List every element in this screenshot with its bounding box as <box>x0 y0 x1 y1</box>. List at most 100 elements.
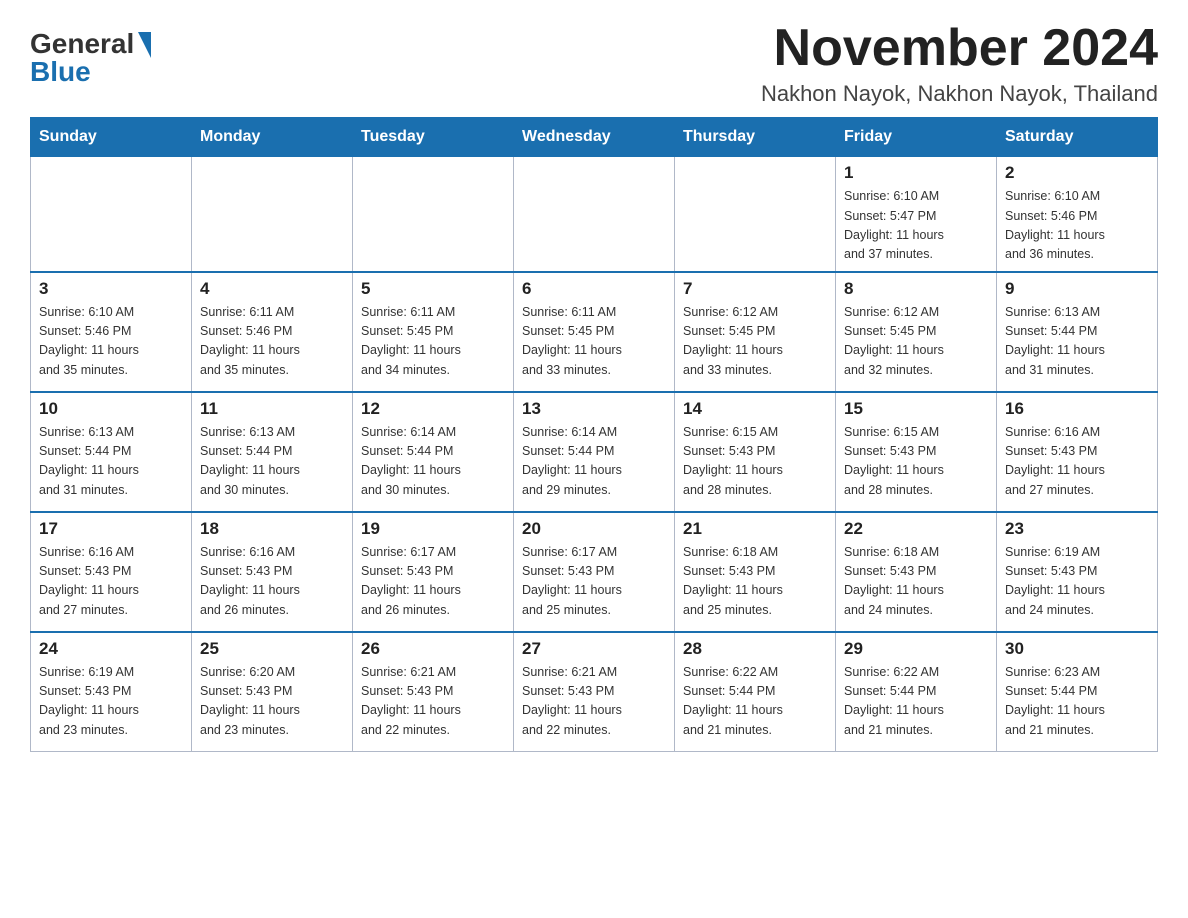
calendar-cell: 30 Sunrise: 6:23 AMSunset: 5:44 PMDayligh… <box>997 632 1158 752</box>
day-number: 14 <box>683 399 827 419</box>
day-number: 26 <box>361 639 505 659</box>
day-info: Sunrise: 6:11 AMSunset: 5:45 PMDaylight:… <box>522 305 622 377</box>
day-info: Sunrise: 6:15 AMSunset: 5:43 PMDaylight:… <box>683 425 783 497</box>
day-info: Sunrise: 6:18 AMSunset: 5:43 PMDaylight:… <box>844 545 944 617</box>
day-number: 19 <box>361 519 505 539</box>
calendar-cell: 16 Sunrise: 6:16 AMSunset: 5:43 PMDayligh… <box>997 392 1158 512</box>
calendar-cell: 2 Sunrise: 6:10 AMSunset: 5:46 PMDaylight… <box>997 157 1158 272</box>
calendar-cell: 7 Sunrise: 6:12 AMSunset: 5:45 PMDaylight… <box>675 272 836 392</box>
header-sunday: Sunday <box>31 118 192 157</box>
calendar-cell: 19 Sunrise: 6:17 AMSunset: 5:43 PMDayligh… <box>353 512 514 632</box>
calendar-cell: 1 Sunrise: 6:10 AMSunset: 5:47 PMDaylight… <box>836 157 997 272</box>
day-info: Sunrise: 6:17 AMSunset: 5:43 PMDaylight:… <box>361 545 461 617</box>
logo: General Blue <box>30 30 151 86</box>
day-number: 27 <box>522 639 666 659</box>
calendar-header-row: SundayMondayTuesdayWednesdayThursdayFrid… <box>31 118 1158 157</box>
calendar-cell: 22 Sunrise: 6:18 AMSunset: 5:43 PMDayligh… <box>836 512 997 632</box>
day-number: 15 <box>844 399 988 419</box>
calendar-cell: 8Sunrise: 6:12 AMSunset: 5:45 PMDaylight… <box>836 272 997 392</box>
calendar-week-row: 17 Sunrise: 6:16 AMSunset: 5:43 PMDayligh… <box>31 512 1158 632</box>
calendar-cell: 26 Sunrise: 6:21 AMSunset: 5:43 PMDayligh… <box>353 632 514 752</box>
day-number: 5 <box>361 279 505 299</box>
day-number: 7 <box>683 279 827 299</box>
calendar-cell: 25Sunrise: 6:20 AMSunset: 5:43 PMDayligh… <box>192 632 353 752</box>
day-number: 4 <box>200 279 344 299</box>
day-info: Sunrise: 6:13 AMSunset: 5:44 PMDaylight:… <box>200 425 300 497</box>
day-number: 6 <box>522 279 666 299</box>
day-info: Sunrise: 6:16 AMSunset: 5:43 PMDaylight:… <box>1005 425 1105 497</box>
calendar-cell: 13Sunrise: 6:14 AMSunset: 5:44 PMDayligh… <box>514 392 675 512</box>
day-number: 10 <box>39 399 183 419</box>
day-number: 20 <box>522 519 666 539</box>
day-number: 17 <box>39 519 183 539</box>
day-info: Sunrise: 6:13 AMSunset: 5:44 PMDaylight:… <box>39 425 139 497</box>
calendar-cell: 15Sunrise: 6:15 AMSunset: 5:43 PMDayligh… <box>836 392 997 512</box>
day-info: Sunrise: 6:22 AMSunset: 5:44 PMDaylight:… <box>683 665 783 737</box>
day-info: Sunrise: 6:10 AMSunset: 5:47 PMDaylight:… <box>844 189 944 261</box>
day-number: 12 <box>361 399 505 419</box>
day-info: Sunrise: 6:21 AMSunset: 5:43 PMDaylight:… <box>522 665 622 737</box>
day-number: 2 <box>1005 163 1149 183</box>
calendar-cell <box>514 157 675 272</box>
location-title: Nakhon Nayok, Nakhon Nayok, Thailand <box>761 81 1158 107</box>
header-wednesday: Wednesday <box>514 118 675 157</box>
calendar-cell <box>675 157 836 272</box>
calendar-cell: 11 Sunrise: 6:13 AMSunset: 5:44 PMDayligh… <box>192 392 353 512</box>
calendar-cell: 4 Sunrise: 6:11 AMSunset: 5:46 PMDaylight… <box>192 272 353 392</box>
day-info: Sunrise: 6:11 AMSunset: 5:46 PMDaylight:… <box>200 305 300 377</box>
day-number: 9 <box>1005 279 1149 299</box>
day-info: Sunrise: 6:19 AMSunset: 5:43 PMDaylight:… <box>39 665 139 737</box>
calendar-cell: 29 Sunrise: 6:22 AMSunset: 5:44 PMDayligh… <box>836 632 997 752</box>
calendar-cell: 17 Sunrise: 6:16 AMSunset: 5:43 PMDayligh… <box>31 512 192 632</box>
day-number: 1 <box>844 163 988 183</box>
logo-triangle-icon <box>138 32 151 58</box>
calendar-cell: 5 Sunrise: 6:11 AMSunset: 5:45 PMDaylight… <box>353 272 514 392</box>
calendar-cell: 20 Sunrise: 6:17 AMSunset: 5:43 PMDayligh… <box>514 512 675 632</box>
day-number: 21 <box>683 519 827 539</box>
day-info: Sunrise: 6:11 AMSunset: 5:45 PMDaylight:… <box>361 305 461 377</box>
calendar-cell: 18 Sunrise: 6:16 AMSunset: 5:43 PMDayligh… <box>192 512 353 632</box>
day-info: Sunrise: 6:16 AMSunset: 5:43 PMDaylight:… <box>39 545 139 617</box>
day-info: Sunrise: 6:18 AMSunset: 5:43 PMDaylight:… <box>683 545 783 617</box>
day-number: 16 <box>1005 399 1149 419</box>
day-number: 3 <box>39 279 183 299</box>
day-number: 30 <box>1005 639 1149 659</box>
day-info: Sunrise: 6:10 AMSunset: 5:46 PMDaylight:… <box>1005 189 1105 261</box>
header-monday: Monday <box>192 118 353 157</box>
day-info: Sunrise: 6:16 AMSunset: 5:43 PMDaylight:… <box>200 545 300 617</box>
calendar-cell: 12 Sunrise: 6:14 AMSunset: 5:44 PMDayligh… <box>353 392 514 512</box>
day-info: Sunrise: 6:20 AMSunset: 5:43 PMDaylight:… <box>200 665 300 737</box>
day-number: 8 <box>844 279 988 299</box>
day-number: 18 <box>200 519 344 539</box>
calendar-cell <box>31 157 192 272</box>
day-info: Sunrise: 6:22 AMSunset: 5:44 PMDaylight:… <box>844 665 944 737</box>
calendar-week-row: 10 Sunrise: 6:13 AMSunset: 5:44 PMDayligh… <box>31 392 1158 512</box>
calendar-cell: 27 Sunrise: 6:21 AMSunset: 5:43 PMDayligh… <box>514 632 675 752</box>
day-number: 28 <box>683 639 827 659</box>
page-header: General Blue November 2024 Nakhon Nayok,… <box>30 20 1158 107</box>
day-number: 11 <box>200 399 344 419</box>
calendar-week-row: 24Sunrise: 6:19 AMSunset: 5:43 PMDayligh… <box>31 632 1158 752</box>
day-info: Sunrise: 6:21 AMSunset: 5:43 PMDaylight:… <box>361 665 461 737</box>
day-info: Sunrise: 6:14 AMSunset: 5:44 PMDaylight:… <box>522 425 622 497</box>
day-info: Sunrise: 6:14 AMSunset: 5:44 PMDaylight:… <box>361 425 461 497</box>
logo-blue-text: Blue <box>30 58 91 86</box>
day-number: 22 <box>844 519 988 539</box>
day-info: Sunrise: 6:23 AMSunset: 5:44 PMDaylight:… <box>1005 665 1105 737</box>
calendar-week-row: 3Sunrise: 6:10 AMSunset: 5:46 PMDaylight… <box>31 272 1158 392</box>
calendar-cell: 6 Sunrise: 6:11 AMSunset: 5:45 PMDaylight… <box>514 272 675 392</box>
day-info: Sunrise: 6:17 AMSunset: 5:43 PMDaylight:… <box>522 545 622 617</box>
day-info: Sunrise: 6:12 AMSunset: 5:45 PMDaylight:… <box>683 305 783 377</box>
header-thursday: Thursday <box>675 118 836 157</box>
calendar-cell: 10 Sunrise: 6:13 AMSunset: 5:44 PMDayligh… <box>31 392 192 512</box>
day-number: 29 <box>844 639 988 659</box>
header-friday: Friday <box>836 118 997 157</box>
calendar-cell: 28 Sunrise: 6:22 AMSunset: 5:44 PMDayligh… <box>675 632 836 752</box>
title-area: November 2024 Nakhon Nayok, Nakhon Nayok… <box>761 20 1158 107</box>
calendar-week-row: 1 Sunrise: 6:10 AMSunset: 5:47 PMDaylight… <box>31 157 1158 272</box>
day-info: Sunrise: 6:19 AMSunset: 5:43 PMDaylight:… <box>1005 545 1105 617</box>
calendar-table: SundayMondayTuesdayWednesdayThursdayFrid… <box>30 117 1158 752</box>
header-tuesday: Tuesday <box>353 118 514 157</box>
calendar-cell: 9Sunrise: 6:13 AMSunset: 5:44 PMDaylight… <box>997 272 1158 392</box>
calendar-cell <box>192 157 353 272</box>
